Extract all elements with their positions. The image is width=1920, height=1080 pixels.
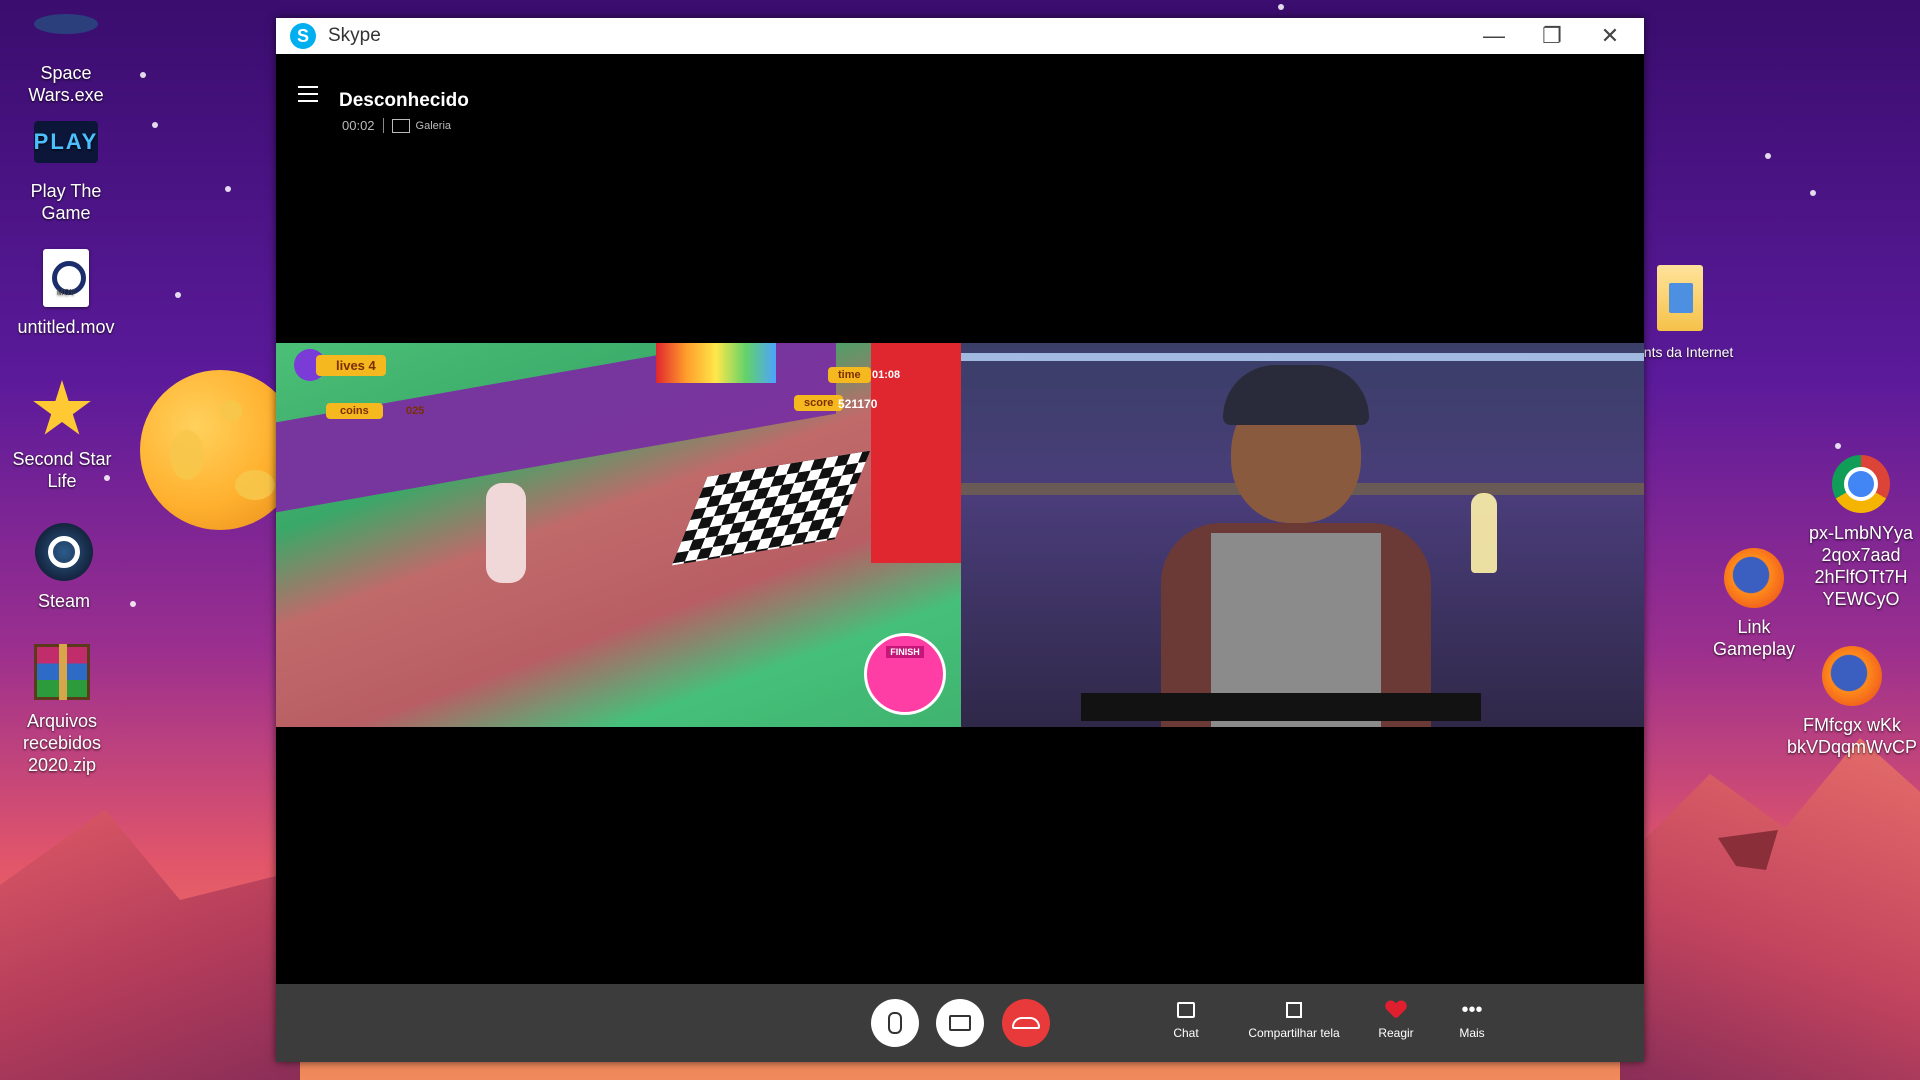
folder-icon: [1648, 258, 1712, 338]
star-icon: [30, 378, 94, 442]
skype-window: S Skype — ❐ ✕ Desconhecido 00:02 Galeria…: [276, 18, 1644, 1062]
chat-icon: [1177, 1002, 1195, 1018]
game-coins-value: 025: [406, 405, 425, 417]
desktop-icon-firefox-shortcut[interactable]: FMfcgx wKk bkVDqqmWvCP: [1784, 644, 1920, 758]
microphone-button[interactable]: [871, 999, 919, 1047]
mov-badge: MOV: [56, 288, 76, 297]
react-label: Reagir: [1378, 1026, 1414, 1040]
desktop-icon-label: Space Wars.exe: [28, 63, 104, 105]
finish-badge: FINISH: [864, 633, 946, 715]
game-lives: lives 4: [316, 355, 386, 376]
gallery-icon[interactable]: [391, 118, 410, 133]
space-wars-icon: [34, 0, 98, 56]
desktop-icon-label: Steam: [37, 591, 91, 611]
window-titlebar[interactable]: S Skype — ❐ ✕: [276, 18, 1644, 54]
desktop-icon-steam[interactable]: Steam: [4, 520, 124, 612]
desktop-icon-label: Second Star Life: [12, 449, 112, 491]
more-button[interactable]: ••• Mais: [1442, 998, 1502, 1040]
quicktime-movie-icon: MOV: [34, 246, 98, 310]
desktop-icon-label: untitled.mov: [17, 317, 115, 337]
game-coins-label: coins: [326, 403, 383, 419]
desktop-icon-link-gameplay[interactable]: Link Gameplay: [1694, 546, 1814, 660]
winrar-archive-icon: [30, 640, 94, 704]
game-time-label: time: [828, 367, 871, 383]
firefox-icon: [1820, 644, 1884, 708]
window-title: Skype: [328, 25, 381, 46]
skype-logo-icon: S: [290, 23, 316, 49]
desktop-icon-label: Play The Game: [30, 181, 102, 223]
desktop-icon-space-wars[interactable]: Space Wars.exe: [6, 0, 126, 106]
video-tile-screen-share[interactable]: lives 4 coins 025 time 01:08 score 52117…: [276, 343, 961, 727]
desktop-icon-arquivos-zip[interactable]: Arquivos recebidos 2020.zip: [2, 640, 122, 776]
gallery-view-label[interactable]: Galeria: [416, 120, 451, 132]
desktop-icon-label: Arquivos recebidos 2020.zip: [22, 711, 102, 775]
heart-icon: [1386, 1001, 1406, 1019]
firefox-icon: [1722, 546, 1786, 610]
video-camera-icon: [949, 1015, 971, 1031]
share-screen-label: Compartilhar tela: [1248, 1026, 1340, 1040]
video-gallery: lives 4 coins 025 time 01:08 score 52117…: [276, 343, 1644, 727]
maximize-button[interactable]: ❐: [1526, 18, 1578, 54]
game-time-value: 01:08: [872, 369, 901, 381]
steam-icon: [32, 520, 96, 584]
more-options-icon: •••: [1461, 999, 1483, 1021]
call-header: Desconhecido 00:02 Galeria: [276, 54, 1644, 134]
minimize-button[interactable]: —: [1468, 18, 1520, 54]
play-game-logo-text: PLAY: [33, 121, 99, 163]
desktop-icon-label: FMfcgx wKk bkVDqqmWvCP: [1786, 715, 1918, 757]
call-controls-bar: Chat Compartilhar tela Reagir ••• Mais: [276, 984, 1644, 1062]
desktop-mountain-left: [0, 810, 300, 1080]
desktop-icon-chrome-shortcut[interactable]: px-LmbNYya 2qox7aad 2hFlfOTt7H YEWCyO: [1802, 452, 1920, 610]
more-label: Mais: [1459, 1026, 1485, 1040]
hang-up-icon: [1012, 1017, 1040, 1029]
chat-button[interactable]: Chat: [1156, 998, 1216, 1040]
call-timer: 00:02: [342, 118, 384, 133]
game-character: [486, 483, 526, 583]
share-screen-icon: [1286, 1002, 1302, 1018]
microphone-icon: [888, 1012, 902, 1034]
desktop-mountain-right: [1620, 738, 1920, 1080]
desktop-icon-second-star-life[interactable]: Second Star Life: [2, 378, 122, 492]
desktop-icon-label: px-LmbNYya 2qox7aad 2hFlfOTt7H YEWCyO: [1808, 523, 1914, 609]
game-score-value: 521170: [838, 397, 878, 411]
end-call-button[interactable]: [1002, 999, 1050, 1047]
chat-label: Chat: [1173, 1026, 1199, 1040]
neon-rocket-decor: [1471, 493, 1497, 573]
react-button[interactable]: Reagir: [1366, 998, 1426, 1040]
caller-name: Desconhecido: [339, 90, 469, 111]
desktop-icon-untitled-mov[interactable]: MOV untitled.mov: [6, 246, 126, 338]
hamburger-menu-icon[interactable]: [298, 86, 318, 107]
game-score-label: score: [794, 395, 844, 411]
camera-button[interactable]: [936, 999, 984, 1047]
call-meta: 00:02 Galeria: [342, 118, 451, 133]
chrome-icon: [1829, 452, 1893, 516]
play-game-icon: PLAY: [33, 110, 99, 174]
video-tile-participant[interactable]: [961, 343, 1644, 727]
share-screen-button[interactable]: Compartilhar tela: [1234, 998, 1354, 1040]
desktop-icon-play-the-game[interactable]: PLAY Play The Game: [6, 110, 126, 224]
close-button[interactable]: ✕: [1584, 18, 1636, 54]
